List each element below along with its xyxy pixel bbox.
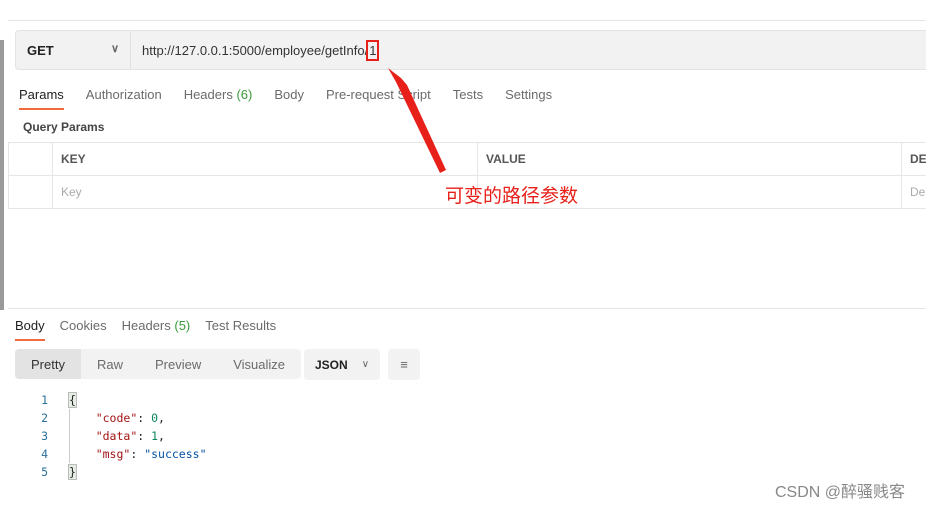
json-key: "data" [95,429,138,443]
line-number: 4 [41,447,48,461]
line-number: 2 [41,411,48,425]
json-value: 1 [151,429,159,443]
response-tabs: Body Cookies Headers (5) Test Results [15,318,298,341]
watermark: CSDN @醉骚贱客 [775,484,906,501]
headers-count: (5) [174,318,191,333]
tab-cookies[interactable]: Cookies [60,318,107,339]
mode-pretty[interactable]: Pretty [15,349,81,379]
tab-response-headers[interactable]: Headers (5) [122,318,191,339]
line-number: 5 [41,465,48,479]
view-mode-segment: Pretty Raw Preview Visualize [15,349,302,379]
divider [8,308,926,309]
chevron-down-icon: ∨ [361,359,370,370]
line-number: 3 [41,429,48,443]
response-body: 1{ 2 "code": 0, 3 "data": 1, 4 "msg": "s… [30,391,207,481]
line-number: 1 [41,393,48,407]
json-key: "code" [95,411,138,425]
tab-response-body[interactable]: Body [15,318,45,341]
wrap-lines-icon[interactable]: ≡ [388,349,420,380]
mode-raw[interactable]: Raw [81,349,139,379]
brace: } [68,464,77,480]
format-label: JSON [315,357,348,372]
json-key: "msg" [95,447,131,461]
json-value: "success" [144,447,207,461]
format-select[interactable]: JSON ∨ [304,349,380,380]
tab-test-results[interactable]: Test Results [205,318,276,339]
json-value: 0 [151,411,159,425]
mode-visualize[interactable]: Visualize [217,349,301,379]
tab-label: Headers [121,318,171,333]
mode-preview[interactable]: Preview [139,349,217,379]
brace: { [68,392,77,408]
